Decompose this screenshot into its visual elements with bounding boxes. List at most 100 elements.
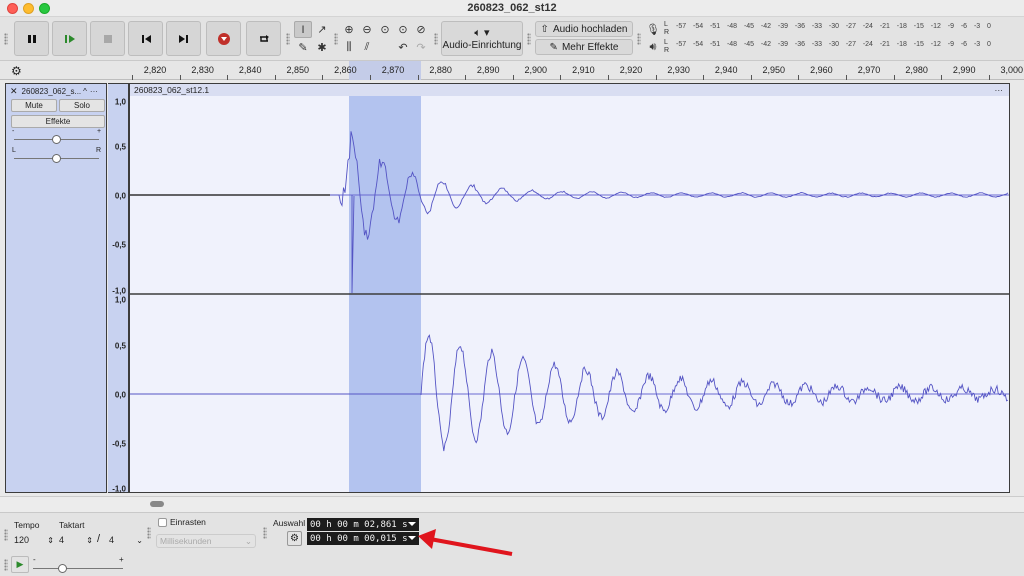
record-button[interactable] bbox=[206, 21, 241, 56]
meter-tick: -57 bbox=[676, 23, 687, 30]
timeline-settings-button[interactable]: ⚙ bbox=[11, 64, 22, 78]
meter-tick: -36 bbox=[794, 41, 806, 48]
track-collapse-icon[interactable]: ^ bbox=[83, 87, 87, 96]
meter-tick: -3 bbox=[973, 41, 981, 48]
zoom-fit-icon: ⊙ bbox=[398, 24, 408, 36]
meter-grip[interactable] bbox=[637, 33, 641, 45]
horizontal-scrollbar[interactable] bbox=[0, 496, 1024, 512]
snap-unit-select[interactable]: Millisekunden ⌄ bbox=[156, 534, 256, 548]
waveform-clip[interactable]: 260823_062_st12.1 ··· bbox=[129, 83, 1010, 493]
track-control-panel[interactable]: ✕ 260823_062_s... ^ ··· Mute Solo Effekt… bbox=[5, 83, 107, 493]
effects-icon: ✎ bbox=[549, 41, 558, 53]
numerator-stepper-icon[interactable]: ⇕ bbox=[86, 536, 93, 545]
track-menu-icon[interactable]: ··· bbox=[90, 87, 98, 96]
snap-checkbox[interactable] bbox=[158, 518, 167, 527]
audio-setup-button[interactable]: 🔈︎ ▾ Audio-Einrichtung bbox=[441, 21, 523, 56]
redo-button[interactable]: ↷ bbox=[412, 39, 430, 56]
meter-tick: -48 bbox=[726, 23, 738, 30]
scroll-thumb[interactable] bbox=[150, 501, 164, 507]
speed-minus-label: - bbox=[33, 555, 36, 564]
selection-start-field[interactable]: 00 h 00 m 02,861 s bbox=[307, 518, 419, 531]
clip-menu-icon[interactable]: ··· bbox=[995, 84, 1004, 96]
skip-to-start-button[interactable] bbox=[128, 21, 163, 56]
ruler-tick-label: 2,940 bbox=[714, 65, 738, 75]
track-name[interactable]: 260823_062_s... bbox=[22, 87, 82, 96]
more-effects-button[interactable]: ✎ Mehr Effekte bbox=[535, 39, 633, 55]
play-meter[interactable]: LR -57 -54 -51 -48 -45 -42 -39 -36 -33 -30 -27 -24-… bbox=[662, 39, 992, 56]
play-icon: ▶ bbox=[16, 559, 24, 569]
tools-grip[interactable] bbox=[286, 33, 290, 45]
pan-left-label: L bbox=[12, 147, 16, 154]
skip-to-start-icon bbox=[141, 34, 151, 43]
trim-button[interactable]: ⫼ bbox=[340, 39, 358, 56]
toolbar: I ↗ ✎ ✱ ⊕ ⊖ ⊙ ⊙ ⊘ ⫼ ⫽ ↶ ↷ 🔈︎ ▾ Audio-Ein… bbox=[0, 17, 1024, 61]
edit-grip[interactable] bbox=[334, 33, 338, 45]
upload-audio-button[interactable]: ⇧ Audio hochladen bbox=[535, 21, 633, 37]
record-meter-scale: -57 -54 -51 -48 -45 -42 -39 -36 -33 -30 -27 -24 -21-… bbox=[676, 23, 991, 30]
silence-button[interactable]: ⫽ bbox=[358, 39, 376, 56]
selection-settings-button[interactable]: ⚙ bbox=[287, 531, 302, 546]
bottom-toolbar: Tempo Taktart 120 ⇕ 4 ⇕ / 4 ⌄ Einrasten … bbox=[0, 512, 1024, 576]
selection-length-field[interactable]: 00 h 00 m 00,015 s bbox=[307, 532, 419, 545]
ruler-tick-label: 2,890 bbox=[476, 65, 500, 75]
snap-grip[interactable] bbox=[147, 527, 151, 539]
ruler-tick-label: 3,000 bbox=[1000, 65, 1024, 75]
record-meter-button[interactable]: 🎙︎ bbox=[644, 21, 662, 38]
play-button[interactable] bbox=[52, 21, 87, 56]
fit-project-button[interactable]: ⊙ bbox=[394, 21, 412, 38]
fit-selection-button[interactable]: ⊙ bbox=[376, 21, 394, 38]
close-track-icon[interactable]: ✕ bbox=[10, 86, 18, 97]
solo-button[interactable]: Solo bbox=[59, 99, 105, 112]
pause-button[interactable] bbox=[14, 21, 49, 56]
effects-button[interactable]: Effekte bbox=[11, 115, 105, 128]
amplitude-ruler[interactable]: 1,0 0,5 0,0 -0,5 -1,0 1,0 0,5 0,0 -0,5 -… bbox=[108, 83, 129, 494]
envelope-tool-button[interactable]: ↗ bbox=[313, 21, 331, 38]
mute-button[interactable]: Mute bbox=[11, 99, 57, 112]
skip-to-end-button[interactable] bbox=[166, 21, 201, 56]
audio-setup-grip[interactable] bbox=[434, 33, 438, 45]
loop-button[interactable] bbox=[246, 21, 281, 56]
selection-tool-button[interactable]: I bbox=[294, 21, 312, 38]
undo-icon: ↶ bbox=[398, 42, 408, 54]
loop-icon bbox=[259, 34, 269, 42]
multi-tool-button[interactable]: ✱ bbox=[313, 39, 331, 56]
meter-tick: -9 bbox=[947, 41, 954, 48]
meter-tick: -27 bbox=[845, 23, 856, 30]
dropdown-arrow-icon bbox=[408, 522, 416, 526]
tempo-input[interactable]: 120 ⇕ bbox=[14, 533, 54, 547]
play-at-speed-grip[interactable] bbox=[4, 559, 8, 571]
share-grip[interactable] bbox=[527, 33, 531, 45]
meter-tick: -48 bbox=[726, 41, 738, 48]
timeline-ruler[interactable]: ⚙ 2,820 2,830 2,840 2,850 2,860 2,870 2,880 2,8… bbox=[0, 61, 1024, 80]
meter-tick: -33 bbox=[811, 23, 822, 30]
zoom-toggle-button[interactable]: ⊘ bbox=[412, 21, 430, 38]
skip-to-end-icon bbox=[178, 34, 188, 43]
play-at-speed-button[interactable]: ▶ bbox=[11, 556, 29, 573]
play-meter-button[interactable]: 🔊︎ bbox=[644, 39, 662, 56]
waveform-channel-left bbox=[330, 131, 1009, 294]
selection-start-value: 00 h 00 m 02,861 s bbox=[310, 519, 408, 530]
speed-slider[interactable] bbox=[58, 564, 67, 573]
zoom-out-button[interactable]: ⊖ bbox=[358, 21, 376, 38]
gear-icon: ⚙ bbox=[11, 64, 22, 78]
draw-tool-button[interactable]: ✎ bbox=[294, 39, 312, 56]
meter-numerator-input[interactable]: 4 ⇕ bbox=[59, 533, 93, 547]
time-signature-grip[interactable] bbox=[4, 529, 8, 541]
ruler-tick-label: 2,870 bbox=[381, 65, 405, 75]
zoom-in-button[interactable]: ⊕ bbox=[340, 21, 358, 38]
gain-plus-label: + bbox=[97, 128, 102, 135]
meter-denominator-select[interactable]: 4 ⌄ bbox=[109, 533, 143, 547]
record-meter[interactable]: LR -57 -54 -51 -48 -45 -42 -39 -36 -33 -30 -27 -24-… bbox=[662, 21, 992, 38]
zoom-out-icon: ⊖ bbox=[362, 24, 372, 36]
tempo-stepper-icon[interactable]: ⇕ bbox=[47, 536, 54, 545]
clip-title-bar[interactable]: 260823_062_st12.1 ··· bbox=[130, 84, 1009, 96]
ruler-tick-label: 2,920 bbox=[619, 65, 643, 75]
undo-button[interactable]: ↶ bbox=[394, 39, 412, 56]
meter-numerator: 4 bbox=[59, 535, 65, 545]
selection-grip[interactable] bbox=[263, 527, 267, 539]
stop-button[interactable] bbox=[90, 21, 125, 56]
gain-slider[interactable] bbox=[52, 135, 61, 144]
meter-tick: -42 bbox=[760, 23, 772, 30]
toolbar-grip[interactable] bbox=[4, 33, 8, 45]
pan-slider[interactable] bbox=[52, 154, 61, 163]
